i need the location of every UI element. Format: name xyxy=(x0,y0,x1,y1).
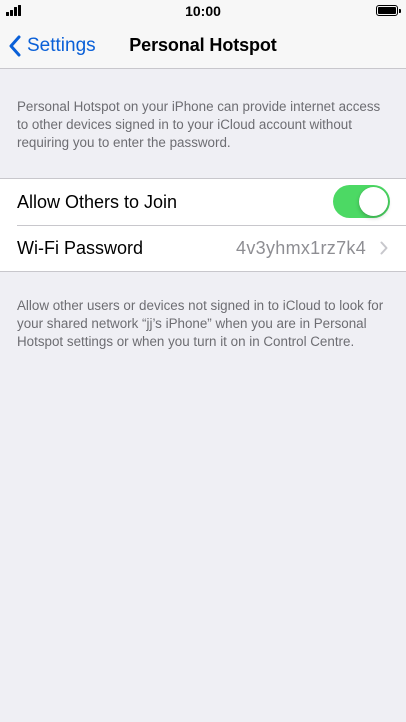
status-time: 10:00 xyxy=(185,3,221,19)
footer-description: Allow other users or devices not signed … xyxy=(17,298,384,349)
allow-others-row: Allow Others to Join xyxy=(0,179,406,225)
hotspot-description: Personal Hotspot on your iPhone can prov… xyxy=(17,99,381,150)
settings-group: Allow Others to Join Wi-Fi Password 4v3y… xyxy=(0,178,406,272)
wifi-password-row[interactable]: Wi-Fi Password 4v3yhmx1rz7k4 xyxy=(0,225,406,271)
chevron-right-icon xyxy=(380,241,388,255)
allow-others-label: Allow Others to Join xyxy=(17,191,178,212)
page-title: Personal Hotspot xyxy=(129,35,277,55)
allow-others-toggle[interactable] xyxy=(333,185,390,218)
toggle-knob xyxy=(359,187,388,216)
battery-full-icon xyxy=(376,5,401,16)
navigation-bar: Settings Personal Hotspot xyxy=(0,22,406,69)
wifi-password-label: Wi-Fi Password xyxy=(17,237,144,258)
status-bar: 10:00 xyxy=(0,0,406,22)
wifi-password-value: 4v3yhmx1rz7k4 xyxy=(236,237,366,258)
